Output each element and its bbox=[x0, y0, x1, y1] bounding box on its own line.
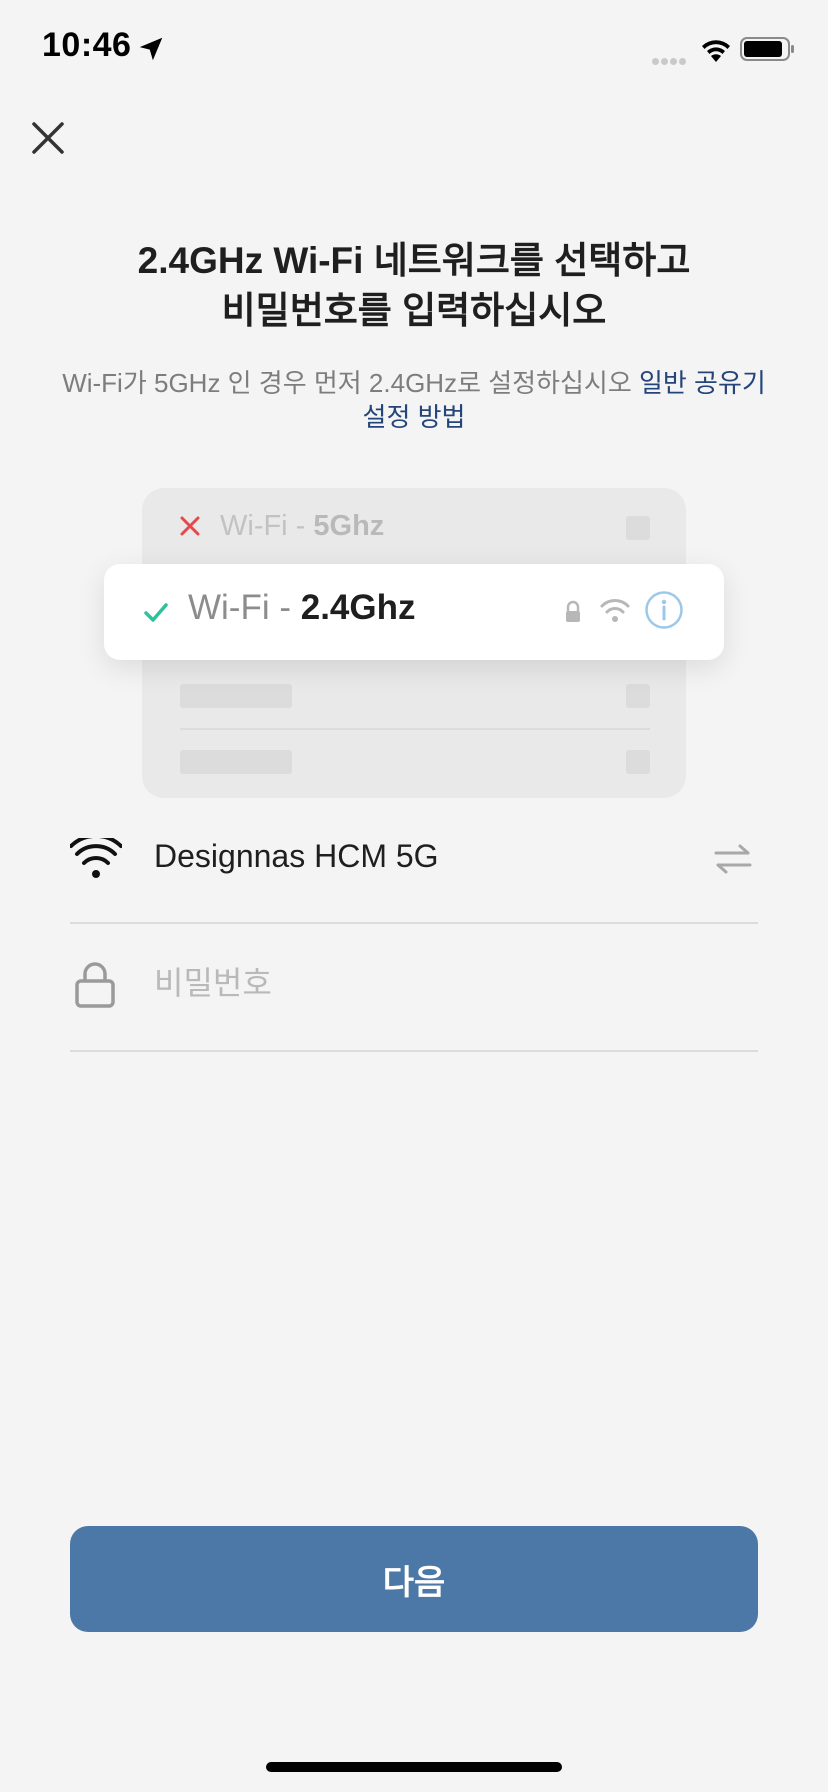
status-time: 10:46 bbox=[42, 26, 132, 64]
title-line-1: 2.4GHz Wi-Fi 네트워크를 선택하고 bbox=[137, 240, 691, 281]
next-button[interactable]: 다음 bbox=[70, 1526, 758, 1632]
ssid-field[interactable]: Designnas HCM 5G bbox=[154, 838, 439, 875]
lock-icon bbox=[566, 600, 580, 622]
field-divider bbox=[70, 922, 758, 924]
field-divider bbox=[70, 1050, 758, 1052]
page-subtitle: Wi-Fi가 5GHz 인 경우 먼저 2.4GHz로 설정하십시오 일반 공유… bbox=[60, 366, 768, 434]
lock-icon bbox=[75, 962, 115, 1008]
password-input[interactable] bbox=[154, 958, 714, 1008]
placeholder-block bbox=[626, 750, 650, 774]
cellular-signal-icon bbox=[652, 52, 688, 70]
wifi-icon bbox=[600, 599, 630, 622]
info-icon bbox=[645, 591, 683, 629]
title-line-2: 비밀번호를 입력하십시오 bbox=[221, 290, 607, 331]
placeholder-bar bbox=[180, 684, 292, 708]
illustration-24ghz-label: Wi-Fi - 2.4Ghz bbox=[188, 588, 416, 627]
placeholder-bar bbox=[180, 750, 292, 774]
home-indicator bbox=[266, 1762, 562, 1772]
wifi-status-icon bbox=[702, 40, 730, 62]
cross-icon bbox=[180, 516, 200, 536]
battery-icon bbox=[740, 37, 794, 61]
wifi-icon bbox=[70, 838, 122, 878]
placeholder-divider bbox=[180, 728, 650, 730]
page-title: 2.4GHz Wi-Fi 네트워크를 선택하고 비밀번호를 입력하십시오 bbox=[40, 236, 788, 336]
illustration-5ghz-label: Wi-Fi - 5Ghz bbox=[220, 510, 385, 542]
switch-network-icon[interactable] bbox=[712, 842, 754, 876]
location-arrow-icon bbox=[139, 37, 163, 61]
placeholder-block bbox=[626, 516, 650, 540]
close-button[interactable] bbox=[28, 118, 68, 158]
placeholder-block bbox=[626, 684, 650, 708]
subtitle-text: Wi-Fi가 5GHz 인 경우 먼저 2.4GHz로 설정하십시오 bbox=[62, 368, 639, 398]
check-icon bbox=[144, 603, 168, 622]
